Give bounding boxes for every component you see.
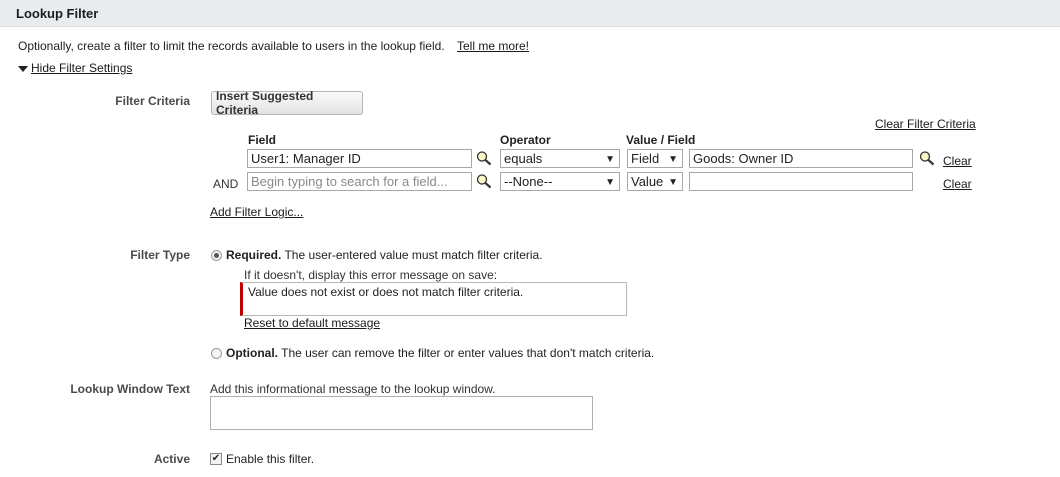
hide-filter-settings-link[interactable]: Hide Filter Settings (31, 61, 132, 75)
criteria-row-2-value-type-select[interactable]: Value ▼ (627, 172, 683, 191)
error-message-textarea[interactable]: Value does not exist or does not match f… (240, 282, 627, 316)
optional-radio[interactable] (211, 348, 222, 359)
criteria-row-1-value-type-value: Field (631, 151, 660, 166)
triangle-down-icon[interactable] (18, 66, 28, 72)
lookup-icon[interactable] (918, 150, 936, 166)
active-label: Active (153, 452, 190, 466)
lookup-window-text-label: Lookup Window Text (70, 382, 190, 396)
intro-text: Optionally, create a filter to limit the… (18, 39, 445, 53)
filter-type-label: Filter Type (130, 248, 190, 262)
reset-default-message-link[interactable]: Reset to default message (244, 316, 380, 330)
optional-bold-label: Optional. (226, 346, 278, 360)
criteria-row-2-and-label: AND (213, 177, 239, 191)
criteria-row-1-operator-select[interactable]: equals ▼ (500, 149, 620, 168)
section-title: Lookup Filter (16, 6, 99, 21)
clear-filter-criteria-link[interactable]: Clear Filter Criteria (875, 117, 976, 131)
select-arrow-icon: ▼ (605, 154, 615, 165)
filter-criteria-label: Filter Criteria (115, 94, 190, 108)
criteria-row-2-operator-value: --None-- (504, 174, 553, 189)
criteria-row-2-value-type-value: Value (631, 174, 664, 189)
lookup-window-textarea[interactable] (210, 396, 593, 430)
lookup-icon[interactable] (475, 150, 493, 166)
criteria-row-2-field-input[interactable]: Begin typing to search for a field... (247, 172, 472, 191)
criteria-row-1-operator-value: equals (504, 151, 543, 166)
criteria-row-2-clear-link[interactable]: Clear (943, 177, 972, 191)
enable-filter-checkbox[interactable]: ✔ (210, 453, 222, 465)
select-arrow-icon: ▼ (668, 177, 678, 188)
criteria-row-2-operator-select[interactable]: --None-- ▼ (500, 172, 620, 191)
criteria-row-1-clear-link[interactable]: Clear (943, 154, 972, 168)
operator-column-header: Operator (500, 133, 551, 147)
lookup-icon[interactable] (475, 173, 493, 189)
field-column-header: Field (248, 133, 277, 147)
value-field-column-header: Value / Field (626, 133, 696, 147)
enable-filter-label: Enable this filter. (226, 452, 315, 466)
select-arrow-icon: ▼ (605, 177, 615, 188)
criteria-row-1-field-input[interactable]: User1: Manager ID (247, 149, 472, 168)
required-option-text: Required. The user-entered value must ma… (226, 248, 543, 262)
section-header: Lookup Filter (0, 0, 1060, 27)
required-bold-label: Required. (226, 248, 282, 262)
required-description: The user-entered value must match filter… (284, 248, 543, 262)
criteria-row-2-value-input[interactable] (689, 172, 913, 191)
lookup-window-hint: Add this informational message to the lo… (210, 382, 496, 396)
required-radio[interactable] (211, 250, 222, 261)
criteria-row-2-field-placeholder: Begin typing to search for a field... (251, 174, 448, 189)
tell-me-more-link[interactable]: Tell me more! (457, 39, 529, 53)
add-filter-logic-link[interactable]: Add Filter Logic... (210, 205, 303, 219)
optional-description: The user can remove the filter or enter … (281, 346, 655, 360)
criteria-row-1-value-input[interactable]: Goods: Owner ID (689, 149, 913, 168)
optional-option-text: Optional. The user can remove the filter… (226, 346, 654, 360)
select-arrow-icon: ▼ (668, 154, 678, 165)
error-message-prompt: If it doesn't, display this error messag… (244, 268, 498, 282)
insert-suggested-criteria-button[interactable]: Insert Suggested Criteria (211, 89, 363, 117)
criteria-row-1-value-type-select[interactable]: Field ▼ (627, 149, 683, 168)
